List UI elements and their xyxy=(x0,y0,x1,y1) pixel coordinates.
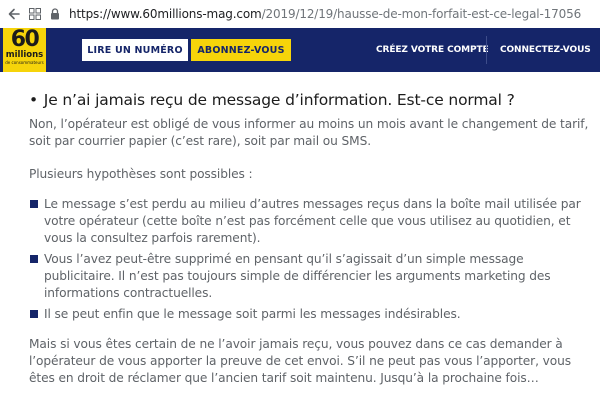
apps-grid-icon[interactable] xyxy=(27,0,43,28)
square-bullet-icon xyxy=(30,200,38,208)
list-item-text: Il se peut enfin que le message soit par… xyxy=(44,307,461,321)
list-item: Vous l’avez peut-être supprimé en pensan… xyxy=(29,251,591,302)
url-path: /2019/12/19/hausse-de-mon-forfait-est-ce… xyxy=(261,7,582,21)
heading-bullet: • xyxy=(29,91,38,109)
lock-icon[interactable] xyxy=(47,0,63,28)
conclusion-paragraph: Mais si vous êtes certain de ne l’avoir … xyxy=(29,337,571,385)
url-host: https://www.60millions-mag.com xyxy=(69,7,262,21)
question-text: Je n’ai jamais reçu de message d’informa… xyxy=(43,91,515,109)
logo-number: 60 xyxy=(10,28,40,52)
list-item-text: Le message s’est perdu au milieu d’autre… xyxy=(44,197,581,245)
site-logo[interactable]: 60 millions de consommateurs xyxy=(3,28,46,72)
hypotheses-list: Le message s’est perdu au milieu d’autre… xyxy=(29,196,591,327)
square-bullet-icon xyxy=(30,255,38,263)
subscribe-button[interactable]: ABONNEZ-VOUS xyxy=(191,39,291,61)
url-field[interactable]: https://www.60millions-mag.com/2019/12/1… xyxy=(69,7,581,21)
list-item: Le message s’est perdu au milieu d’autre… xyxy=(29,196,591,247)
list-item-text: Vous l’avez peut-être supprimé en pensan… xyxy=(44,252,551,300)
connect-link[interactable]: CONNECTEZ-VOUS xyxy=(500,39,591,61)
create-account-link[interactable]: CRÉEZ VOTRE COMPTE xyxy=(376,39,489,61)
arrow-left-icon[interactable] xyxy=(6,0,22,28)
square-bullet-icon xyxy=(30,310,38,318)
header-divider xyxy=(486,36,487,64)
browser-address-bar: https://www.60millions-mag.com/2019/12/1… xyxy=(0,0,600,28)
logo-word: millions xyxy=(5,50,44,60)
article-body: • Je n’ai jamais reçu de message d’infor… xyxy=(0,72,600,400)
read-issue-button[interactable]: LIRE UN NUMÉRO xyxy=(82,39,188,61)
logo-subtitle: de consommateurs xyxy=(5,60,44,65)
intro-paragraph: Non, l’opérateur est obligé de vous info… xyxy=(29,117,589,148)
list-item: Il se peut enfin que le message soit par… xyxy=(29,306,591,323)
hypotheses-intro: Plusieurs hypothèses sont possibles : xyxy=(29,167,253,181)
question-heading: • Je n’ai jamais reçu de message d’infor… xyxy=(29,90,589,110)
